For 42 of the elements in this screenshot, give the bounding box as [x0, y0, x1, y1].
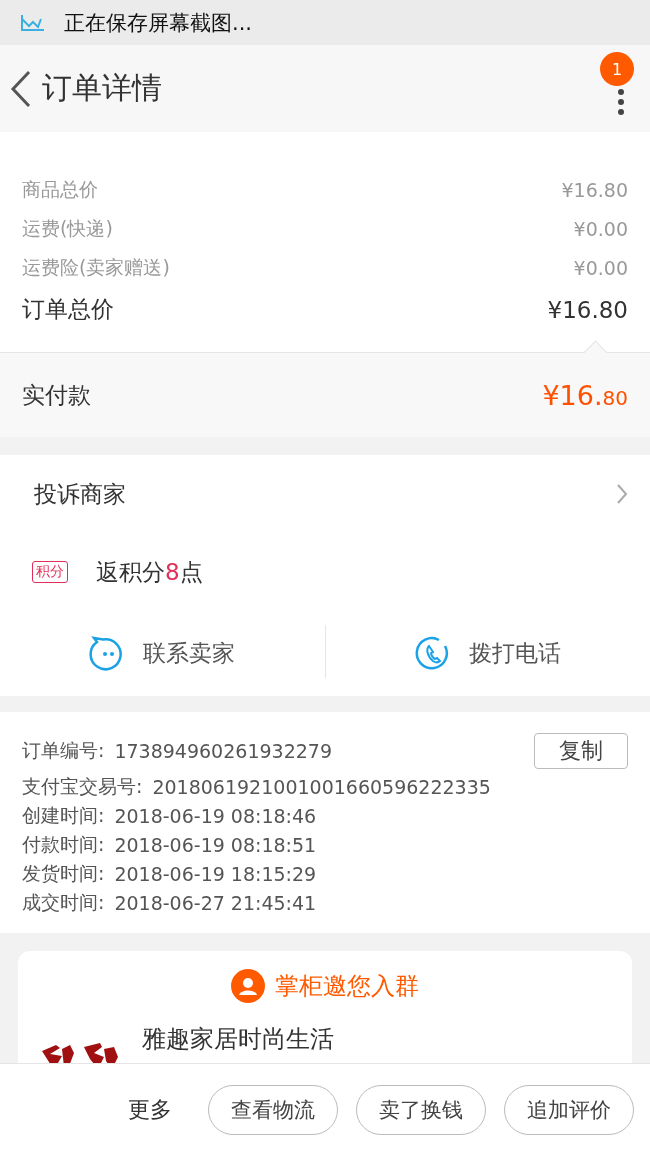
info-label: 成交时间: [22, 889, 105, 915]
price-label: 运费(快递) [22, 215, 113, 241]
points-tag: 积分 [32, 561, 68, 583]
info-label: 支付宝交易号: [22, 773, 143, 799]
status-text: 正在保存屏幕截图... [64, 9, 253, 37]
info-label: 订单编号: [22, 738, 105, 763]
total-label: 订单总价 [22, 295, 114, 324]
group-icon [231, 969, 265, 1003]
info-label: 付款时间: [22, 831, 105, 857]
contact-seller-button[interactable]: 联系卖家 [0, 611, 325, 696]
info-label: 发货时间: [22, 860, 105, 886]
notification-badge: 1 [600, 52, 634, 86]
price-value: ¥0.00 [573, 217, 628, 240]
info-value: 2018-06-19 08:18:51 [114, 833, 317, 856]
info-value: 173894960261932279 [114, 740, 332, 762]
shop-name: 雅趣家居时尚生活 [142, 1024, 334, 1055]
action-button[interactable]: 卖了换钱 [356, 1084, 486, 1135]
info-value: 2018-06-19 08:18:46 [114, 804, 317, 827]
more-icon [618, 89, 624, 115]
price-label: 运费险(卖家赠送) [22, 254, 170, 280]
more-button[interactable]: 更多 [128, 1094, 172, 1125]
paid-amount: ¥16.80 [542, 379, 628, 411]
chevron-icon [616, 483, 628, 505]
price-label: 商品总价 [22, 176, 98, 202]
info-value: 2018-06-27 21:45:41 [114, 891, 317, 914]
action-button[interactable]: 追加评价 [504, 1084, 634, 1135]
total-value: ¥16.80 [547, 296, 628, 323]
paid-label: 实付款 [22, 380, 91, 410]
info-value: 2018-06-19 18:15:29 [114, 862, 317, 885]
price-value: ¥0.00 [573, 256, 628, 279]
complaint-row[interactable]: 投诉商家 [0, 455, 650, 533]
back-button[interactable] [10, 69, 32, 108]
info-label: 创建时间: [22, 802, 105, 828]
call-button[interactable]: 拨打电话 [325, 611, 650, 696]
info-value: 2018061921001001660596222335 [152, 775, 491, 798]
price-value: ¥16.80 [561, 178, 628, 201]
more-menu-button[interactable] [618, 89, 624, 115]
copy-button[interactable]: 复制 [534, 733, 628, 769]
phone-icon [414, 635, 451, 672]
action-button[interactable]: 查看物流 [208, 1084, 338, 1135]
points-text: 返积分8点 [96, 557, 203, 587]
page-title: 订单详情 [42, 69, 162, 107]
